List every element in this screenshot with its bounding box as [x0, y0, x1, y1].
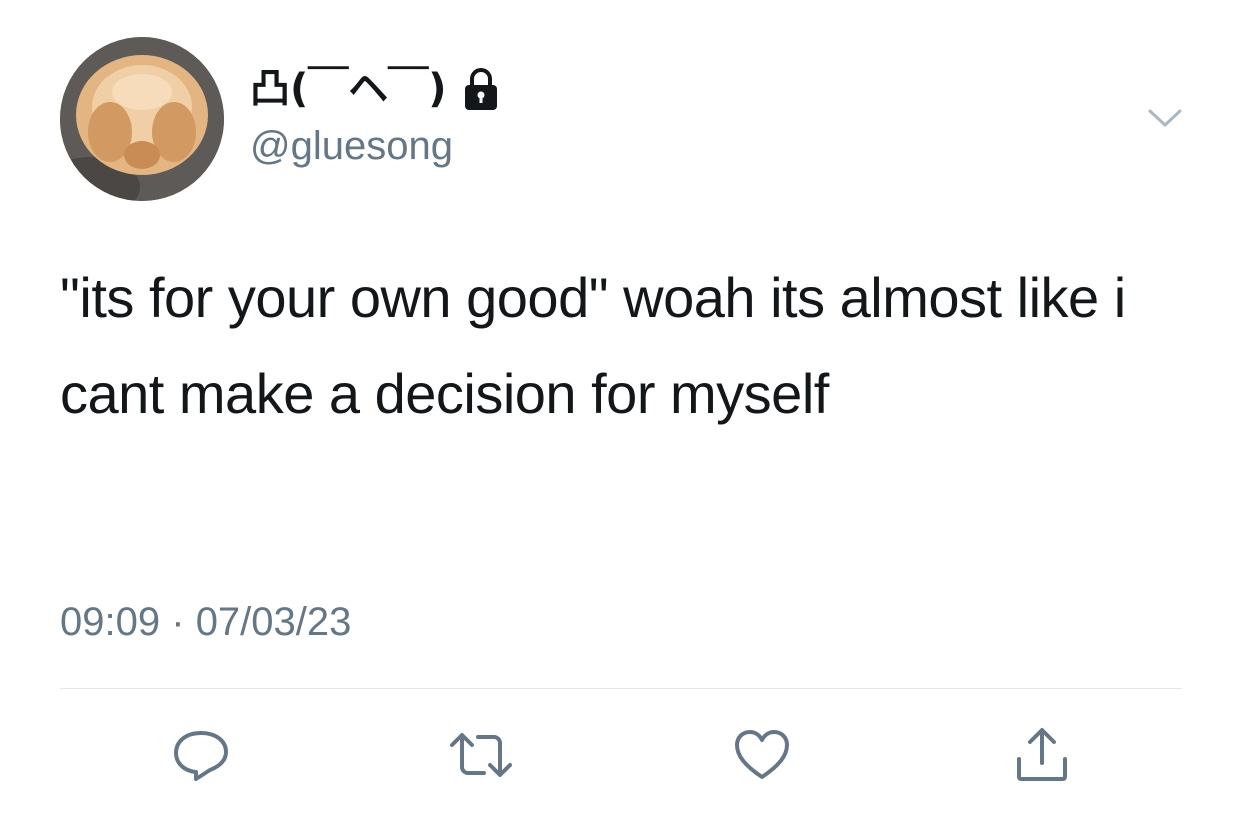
heart-icon — [735, 730, 789, 779]
tweet-date: 07/03/23 — [195, 600, 352, 644]
meta-separator: · — [171, 600, 185, 644]
author-info: 凸(￣ヘ￣) @gluesong — [250, 60, 501, 166]
author-handle[interactable]: @gluesong — [250, 126, 501, 166]
action-bar — [0, 720, 1242, 790]
tweet-card: 凸(￣ヘ￣) @gluesong "its for your own good"… — [0, 0, 1242, 821]
divider — [60, 688, 1182, 689]
tweet-time: 09:09 — [60, 600, 161, 644]
tweet-text: "its for your own good" woah its almost … — [60, 266, 1126, 425]
share-button[interactable] — [1007, 720, 1077, 790]
display-name[interactable]: 凸(￣ヘ￣) — [250, 69, 447, 109]
retweet-button[interactable] — [446, 720, 516, 790]
reply-button[interactable] — [166, 720, 236, 790]
display-name-row: 凸(￣ヘ￣) — [250, 60, 501, 118]
reply-icon — [174, 731, 228, 781]
avatar-image — [60, 37, 224, 201]
tweet-timestamp[interactable]: 09:09 · 07/03/23 — [60, 600, 351, 645]
lock-icon — [464, 68, 497, 110]
share-icon — [1017, 728, 1067, 781]
like-button[interactable] — [727, 720, 797, 790]
avatar[interactable] — [60, 37, 224, 201]
chevron-down-icon[interactable] — [1145, 104, 1185, 132]
retweet-icon — [450, 733, 512, 777]
